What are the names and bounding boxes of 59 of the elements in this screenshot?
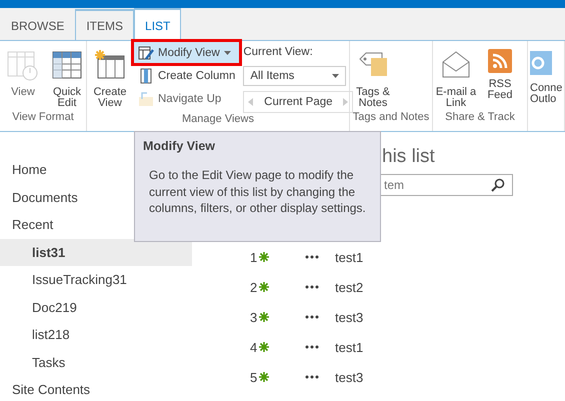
right-arrow-icon: [343, 98, 348, 106]
ribbon-tab[interactable]: BROWSE: [0, 9, 76, 40]
new-icon: [259, 282, 270, 292]
rss-icon: [488, 49, 512, 73]
new-icon: [259, 252, 270, 262]
group-label: View Format: [11, 111, 75, 125]
item-title[interactable]: test1: [335, 340, 565, 354]
more-icon[interactable]: [305, 345, 319, 349]
new-table-icon: [94, 49, 126, 81]
item-title[interactable]: test3: [335, 310, 565, 324]
more-icon[interactable]: [305, 255, 319, 259]
ribbon-button[interactable]: Quick Edit: [47, 45, 87, 111]
left-arrow-icon: [248, 98, 254, 106]
ribbon-button[interactable]: Tags & Notes: [353, 45, 393, 111]
group-label: Manage Views: [181, 113, 255, 127]
group-label: Tags and Notes: [352, 111, 430, 125]
group-label: Share & Track: [444, 111, 516, 125]
outlook-icon: [530, 49, 552, 77]
current-view-label: Current View:: [243, 45, 314, 60]
new-icon: [259, 372, 270, 382]
caret-icon: [224, 50, 231, 54]
nav-link[interactable]: list31: [0, 238, 192, 266]
view-dropdown[interactable]: All Items: [243, 66, 346, 86]
ribbon-button[interactable]: Create Column: [134, 65, 240, 86]
item-title[interactable]: test1: [335, 250, 565, 264]
row-number: 5: [250, 370, 258, 384]
table-pencil-icon: [138, 44, 154, 60]
table-icon: [51, 49, 83, 81]
item-title[interactable]: test2: [335, 280, 565, 294]
page-title: his list: [382, 146, 435, 168]
new-icon: [259, 312, 270, 322]
nav-link[interactable]: list218: [0, 321, 192, 348]
search-icon[interactable]: [491, 178, 505, 192]
caret-icon: [332, 74, 340, 78]
row-number: 2: [250, 280, 258, 294]
pager-label: Current Page: [264, 96, 333, 108]
tooltip-text: Go to the Edit View page to modify the current view of this list by changing the columns, filters, or other display settings.: [148, 167, 367, 216]
item-title[interactable]: test3: [335, 370, 565, 384]
more-icon[interactable]: [305, 375, 319, 379]
row-number: 1: [250, 250, 258, 264]
ribbon-button[interactable]: Conne Outlo: [530, 45, 564, 131]
nav-link[interactable]: Site Contents: [0, 376, 192, 401]
row-number: 3: [250, 310, 258, 324]
new-icon: [259, 342, 270, 352]
nav-link[interactable]: Tasks: [0, 348, 192, 376]
ribbon-button[interactable]: Create View: [90, 45, 130, 113]
more-icon[interactable]: [305, 315, 319, 319]
row-number: 4: [250, 340, 258, 354]
nav-link[interactable]: Doc219: [0, 294, 192, 321]
ribbon-button[interactable]: RSS Feed: [480, 45, 520, 111]
column-icon: [138, 68, 154, 84]
ribbon-tab[interactable]: LIST: [134, 8, 182, 41]
folder-arrow-icon: [138, 90, 154, 106]
ribbon-button[interactable]: E-mail a Link: [436, 45, 476, 111]
table-clock-icon: [7, 49, 39, 81]
tooltip-title: Modify View: [143, 139, 216, 153]
ribbon-button[interactable]: Modify View: [134, 42, 240, 63]
more-icon[interactable]: [305, 285, 319, 289]
nav-link[interactable]: IssueTracking31: [0, 266, 192, 294]
